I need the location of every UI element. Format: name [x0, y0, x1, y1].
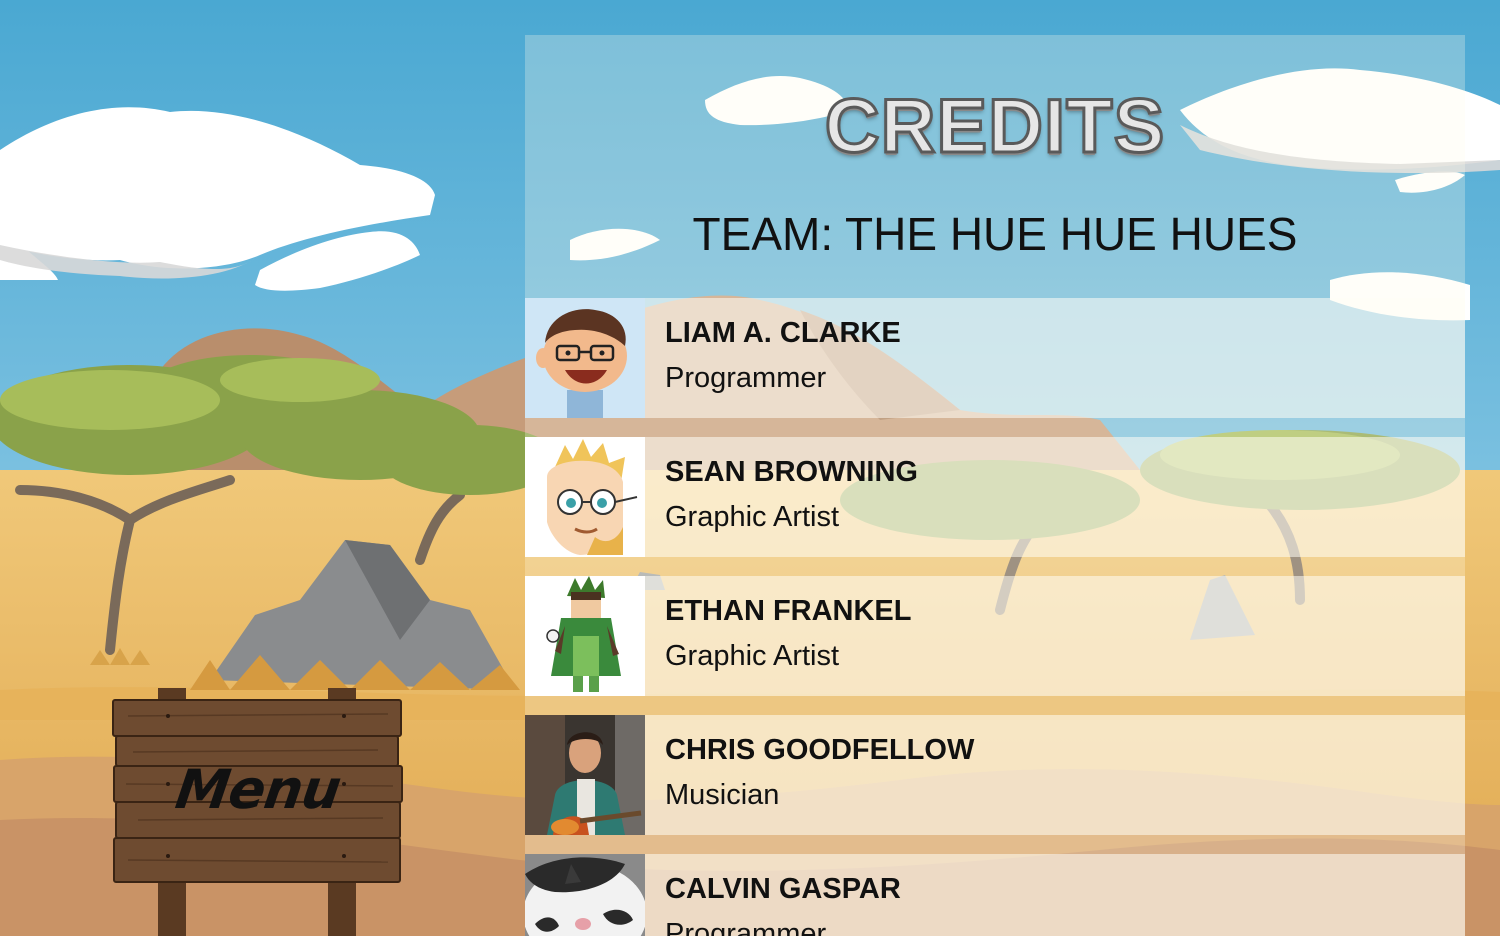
- credit-entry: CHRIS GOODFELLOW Musician: [525, 715, 1465, 835]
- member-name: SEAN BROWNING: [665, 456, 918, 488]
- member-role: Programmer: [665, 918, 827, 936]
- cat-photo-avatar: [525, 854, 645, 936]
- member-name: ETHAN FRANKEL: [665, 595, 912, 627]
- member-role: Graphic Artist: [665, 640, 840, 672]
- credit-entry: LIAM A. CLARKE Programmer: [525, 298, 1465, 418]
- member-role: Graphic Artist: [665, 501, 840, 533]
- credits-panel: CREDITS TEAM: THE HUE HUE HUES LIAM A. C…: [525, 35, 1465, 936]
- member-role: Musician: [665, 779, 780, 811]
- menu-label: Menu: [171, 758, 345, 821]
- member-role: Programmer: [665, 362, 827, 394]
- credits-title: CREDITS: [823, 83, 1166, 171]
- credit-entry: CALVIN GASPAR Programmer: [525, 854, 1465, 936]
- credit-entry: ETHAN FRANKEL Graphic Artist: [525, 576, 1465, 696]
- credit-entry: SEAN BROWNING Graphic Artist: [525, 437, 1465, 557]
- member-name: LIAM A. CLARKE: [665, 317, 901, 349]
- blond-cartoon-glasses-avatar: [525, 437, 645, 557]
- cartoon-glasses-boy-avatar: [525, 298, 645, 418]
- member-name: CHRIS GOODFELLOW: [665, 734, 975, 766]
- menu-sign-button[interactable]: Menu: [108, 686, 408, 936]
- team-name: TEAM: THE HUE HUE HUES: [692, 208, 1298, 260]
- member-name: CALVIN GASPAR: [665, 873, 901, 905]
- guitar-player-photo-avatar: [525, 715, 645, 835]
- pixel-character-green-cloak-avatar: [525, 576, 645, 696]
